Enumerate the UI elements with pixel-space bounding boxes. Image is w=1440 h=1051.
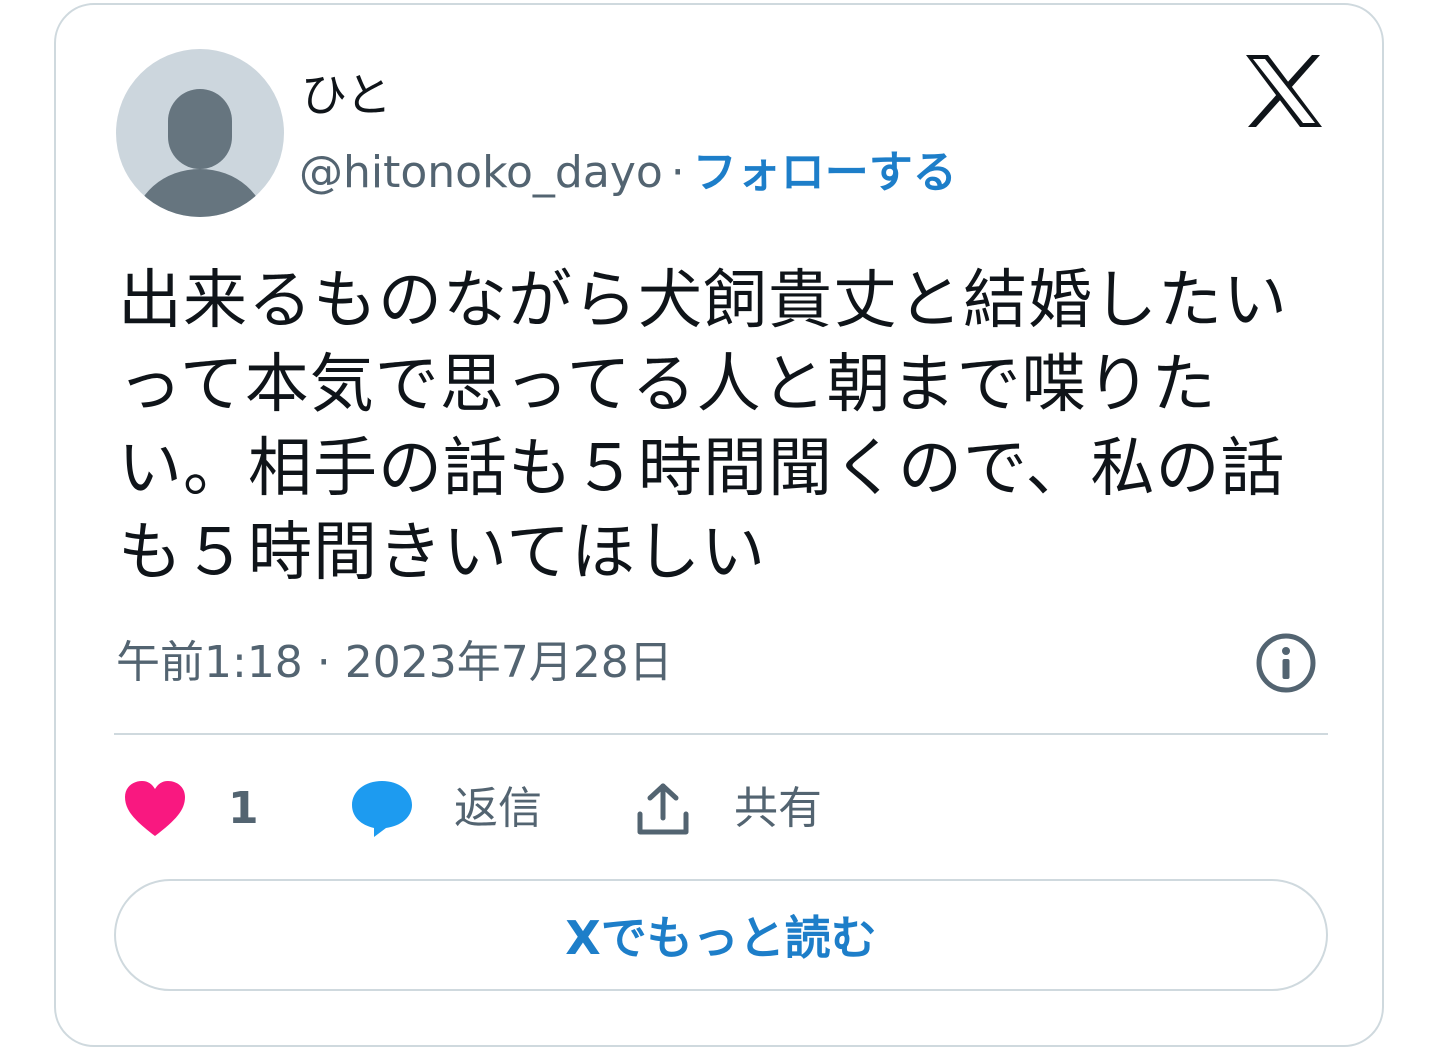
heart-icon	[125, 781, 185, 836]
share-label: 共有	[734, 783, 822, 834]
share-button[interactable]: 共有	[634, 775, 822, 843]
separator-dot: ·	[670, 147, 685, 198]
x-logo-icon[interactable]	[1244, 53, 1324, 129]
default-avatar-icon	[134, 89, 266, 217]
avatar[interactable]	[116, 49, 284, 217]
info-icon[interactable]	[1254, 631, 1318, 695]
tweet-card: ひと @hitonoko_dayo · フォローする 出来るものながら犬飼貴丈と結婚…	[54, 3, 1384, 1047]
tweet-text: 出来るものながら犬飼貴丈と結婚したいって本気で思ってる人と朝まで喋りたい。相手の…	[118, 264, 1288, 590]
divider	[114, 733, 1328, 735]
reply-button[interactable]: 返信	[350, 775, 542, 843]
like-button[interactable]: 1	[124, 775, 259, 843]
share-upload-icon	[637, 783, 689, 835]
author-handle-row: @hitonoko_dayo · フォローする	[299, 143, 957, 203]
author-display-name[interactable]: ひと	[301, 65, 392, 125]
author-handle[interactable]: @hitonoko_dayo	[299, 147, 663, 198]
tweet-timestamp[interactable]: 午前1:18 · 2023年7月28日	[116, 631, 673, 695]
like-count: 1	[228, 783, 259, 834]
read-more-button[interactable]: Xでもっと読む	[114, 879, 1328, 991]
reply-label: 返信	[454, 783, 542, 834]
follow-button[interactable]: フォローする	[693, 147, 957, 198]
speech-bubble-icon	[352, 781, 412, 837]
